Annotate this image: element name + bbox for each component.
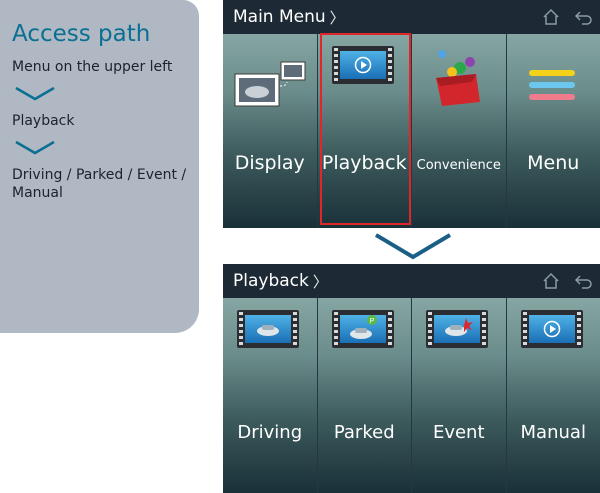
parked-video-icon: P: [331, 310, 394, 348]
back-icon[interactable]: [574, 272, 594, 290]
access-path-panel: Access path Menu on the upper left Playb…: [0, 0, 199, 333]
tile-label: Display: [234, 152, 305, 174]
back-icon[interactable]: [574, 8, 594, 26]
home-icon[interactable]: [542, 8, 560, 26]
tile-label: Parked: [333, 422, 395, 443]
tile-label: Event: [432, 422, 485, 443]
tile-label: Driving: [237, 422, 303, 443]
tile-driving[interactable]: Driving: [223, 298, 318, 493]
main-menu-titlebar: Main Menu 〉: [223, 0, 600, 34]
selected-tile-highlight: [320, 33, 411, 225]
tile-menu[interactable]: Menu: [506, 34, 600, 228]
tile-parked[interactable]: P Parked: [317, 298, 412, 493]
screen-title: Playback: [233, 271, 309, 291]
tile-convenience[interactable]: Convenience: [412, 34, 507, 228]
home-icon[interactable]: [542, 272, 560, 290]
step-modes-text: Driving / Parked / Event / Manual: [12, 167, 187, 201]
screen-title: Main Menu: [233, 7, 326, 27]
chevron-down-icon: [374, 233, 452, 260]
tile-label: Manual: [520, 422, 586, 443]
chevron-down-icon: [15, 140, 55, 155]
tile-display[interactable]: Display: [223, 34, 318, 228]
manual-video-icon: [520, 310, 583, 348]
chevron-right-icon: 〉: [312, 272, 328, 291]
playback-titlebar: Playback 〉: [223, 264, 600, 298]
chevron-down-icon: [15, 86, 55, 101]
menu-icon: [528, 70, 575, 100]
main-menu-screen: Main Menu 〉 Display Playback Convenience…: [223, 0, 600, 228]
tile-label: Convenience: [416, 158, 501, 173]
panel-title: Access path: [12, 21, 151, 47]
event-video-icon: [426, 310, 488, 348]
svg-text:P: P: [369, 318, 374, 325]
display-icon: [234, 61, 306, 107]
tile-event[interactable]: Event: [412, 298, 507, 493]
playback-screen: Playback 〉 Driving P Parked Event Manual: [223, 264, 600, 493]
step-menu-text: Menu on the upper left: [12, 59, 173, 75]
tile-label: Menu: [527, 152, 580, 174]
chevron-right-icon: 〉: [329, 8, 345, 27]
tile-manual[interactable]: Manual: [506, 298, 600, 493]
step-playback-text: Playback: [12, 113, 75, 129]
driving-video-icon: [237, 310, 299, 348]
convenience-icon: [436, 50, 480, 106]
